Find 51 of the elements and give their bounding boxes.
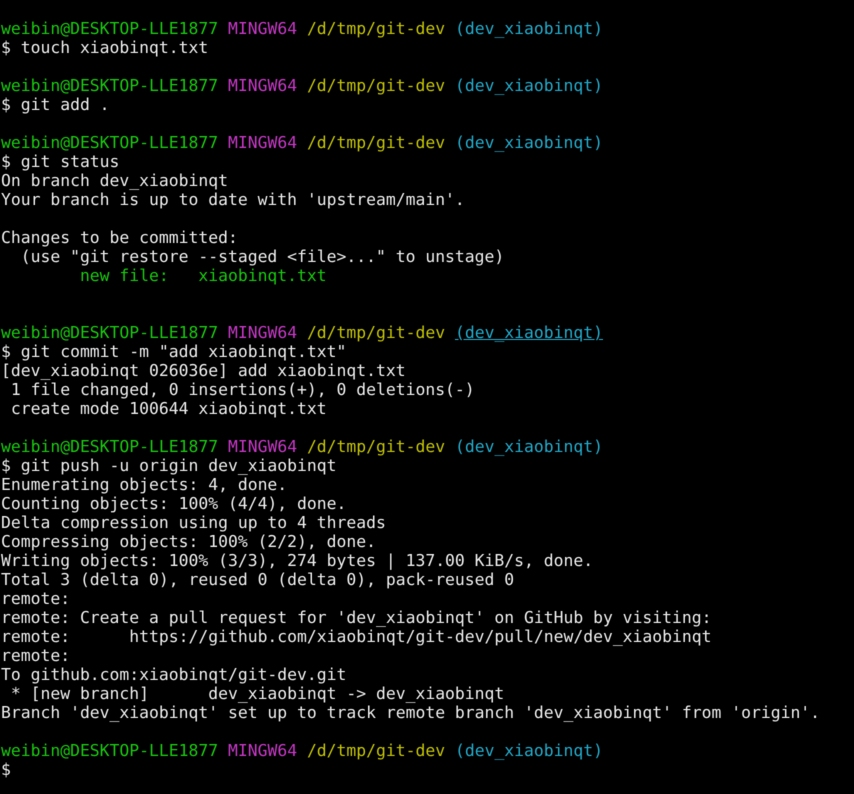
terminal-line: $ git add . xyxy=(1,95,110,114)
terminal-line: new file: xiaobinqt.txt xyxy=(78,266,327,285)
branch-text: (dev_xiaobinqt) xyxy=(454,437,603,456)
path-text: /d/tmp/git-dev xyxy=(306,133,446,152)
branch-text: (dev_xiaobinqt) xyxy=(454,323,603,342)
terminal-line: remote: Create a pull request for 'dev_xiaobinqt' on GitHub by visiting: xyxy=(1,608,712,627)
terminal-line: Enumerating objects: 4, done. xyxy=(1,475,288,494)
terminal-line: 1 file changed, 0 insertions(+), 0 deletions(-) xyxy=(10,380,475,399)
user-host-text: weibin@DESKTOP-LLE1877 xyxy=(1,19,218,38)
terminal-line: Your branch is up to date with 'upstream/main'. xyxy=(1,190,465,209)
terminal-line: To github.com:xiaobinqt/git-dev.git xyxy=(1,665,346,684)
path-text: /d/tmp/git-dev xyxy=(306,437,446,456)
branch-text: (dev_xiaobinqt) xyxy=(454,741,603,760)
terminal-line: * [new branch] dev_xiaobinqt -> dev_xiaobinqt xyxy=(10,684,504,703)
terminal-line: $ xyxy=(1,760,11,779)
terminal-line: Total 3 (delta 0), reused 0 (delta 0), pack-reused 0 xyxy=(1,570,514,589)
terminal-line: $ git push -u origin dev_xiaobinqt xyxy=(1,456,337,475)
terminal-line: Writing objects: 100% (3/3), 274 bytes | 137.00 KiB/s, done. xyxy=(1,551,594,570)
shell-name-text: MINGW64 xyxy=(228,323,298,342)
path-text: /d/tmp/git-dev xyxy=(306,741,446,760)
user-host-text: weibin@DESKTOP-LLE1877 xyxy=(1,76,218,95)
terminal-line: $ git status xyxy=(1,152,120,171)
path-text: /d/tmp/git-dev xyxy=(306,323,446,342)
terminal-line: remote: xyxy=(1,589,70,608)
branch-text: (dev_xiaobinqt) xyxy=(454,19,603,38)
path-text: /d/tmp/git-dev xyxy=(306,76,446,95)
branch-text: (dev_xiaobinqt) xyxy=(454,133,603,152)
terminal-line: Compressing objects: 100% (2/2), done. xyxy=(1,532,376,551)
terminal-line: [dev_xiaobinqt 026036e] add xiaobinqt.txt xyxy=(1,361,406,380)
user-host-text: weibin@DESKTOP-LLE1877 xyxy=(1,323,218,342)
user-host-text: weibin@DESKTOP-LLE1877 xyxy=(1,741,218,760)
terminal-line: On branch dev_xiaobinqt xyxy=(1,171,228,190)
shell-name-text: MINGW64 xyxy=(228,437,298,456)
terminal-line: $ git commit -m "add xiaobinqt.txt" xyxy=(1,342,346,361)
terminal-line: remote: https://github.com/xiaobinqt/git-dev/pull/new/dev_xiaobinqt xyxy=(1,627,712,646)
user-host-text: weibin@DESKTOP-LLE1877 xyxy=(1,133,218,152)
shell-name-text: MINGW64 xyxy=(228,741,298,760)
branch-text: (dev_xiaobinqt) xyxy=(454,76,603,95)
terminal-line: Branch 'dev_xiaobinqt' set up to track remote branch 'dev_xiaobinqt' from 'origin'. xyxy=(1,703,820,722)
user-host-text: weibin@DESKTOP-LLE1877 xyxy=(1,437,218,456)
terminal-line: create mode 100644 xiaobinqt.txt xyxy=(10,399,327,418)
terminal-line: Counting objects: 100% (4/4), done. xyxy=(1,494,346,513)
shell-name-text: MINGW64 xyxy=(228,19,298,38)
shell-name-text: MINGW64 xyxy=(228,133,298,152)
path-text: /d/tmp/git-dev xyxy=(306,19,446,38)
shell-name-text: MINGW64 xyxy=(228,76,298,95)
terminal-line: (use "git restore --staged <file>..." to unstage) xyxy=(20,247,504,266)
terminal-line: Delta compression using up to 4 threads xyxy=(1,513,386,532)
terminal-line: $ touch xiaobinqt.txt xyxy=(1,38,208,57)
terminal-line: Changes to be committed: xyxy=(1,228,238,247)
terminal-line: remote: xyxy=(1,646,70,665)
